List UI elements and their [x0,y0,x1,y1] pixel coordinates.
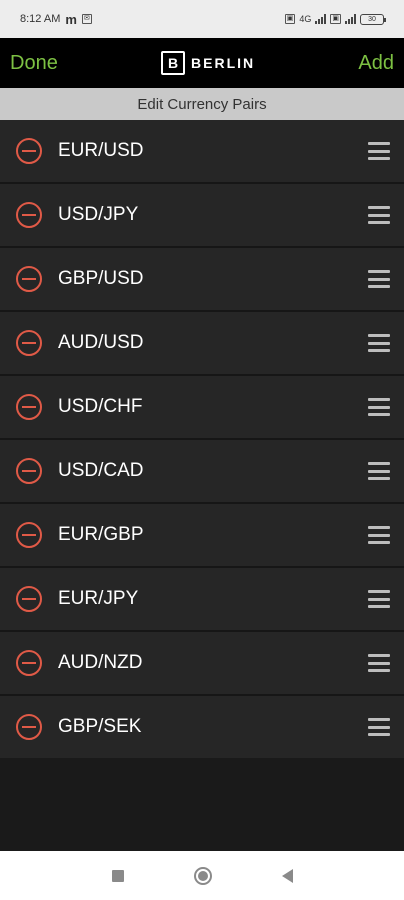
currency-pair-row: EUR/JPY [0,568,404,632]
drag-handle-icon[interactable] [368,462,390,480]
remove-circle-icon[interactable] [16,586,42,612]
home-icon[interactable] [193,866,212,885]
pair-label: GBP/SEK [58,716,142,737]
currency-pair-row: EUR/USD [0,120,404,184]
currency-pair-row: GBP/SEK [0,696,404,760]
done-button[interactable]: Done [10,52,58,75]
currency-pair-row: USD/JPY [0,184,404,248]
mail-icon: ✉ [81,14,92,24]
currency-pair-row: AUD/USD [0,312,404,376]
drag-handle-icon[interactable] [368,654,390,672]
status-bar: 8:12 AM m ✉ ▣ 4G ▣ 30 [0,0,404,38]
network-type: 4G [299,14,312,24]
battery-icon: 30 [360,13,386,25]
drag-handle-icon[interactable] [368,718,390,736]
add-button[interactable]: Add [358,52,394,75]
pair-label: AUD/USD [58,332,144,353]
pair-label: AUD/NZD [58,652,143,673]
section-title: Edit Currency Pairs [137,95,267,113]
pair-label: EUR/JPY [58,588,139,609]
currency-pair-row: EUR/GBP [0,504,404,568]
currency-pair-row: AUD/NZD [0,632,404,696]
system-navigation-bar [0,851,404,900]
signal-icon [315,14,327,24]
drag-handle-icon[interactable] [368,590,390,608]
sim2-icon: ▣ [330,14,341,24]
signal2-icon [345,14,356,24]
nav-bar: Done B BERLIN Add [0,38,404,88]
remove-circle-icon[interactable] [16,394,42,420]
pair-label: EUR/USD [58,140,144,161]
drag-handle-icon[interactable] [368,526,390,544]
currency-pair-row: USD/CHF [0,376,404,440]
pair-label: USD/CHF [58,396,143,417]
remove-circle-icon[interactable] [16,714,42,740]
drag-handle-icon[interactable] [368,142,390,160]
pair-label: USD/JPY [58,204,139,225]
drag-handle-icon[interactable] [368,206,390,224]
drag-handle-icon[interactable] [368,270,390,288]
brand-name: BERLIN [191,55,256,71]
section-header: Edit Currency Pairs [0,88,404,120]
pair-label: GBP/USD [58,268,144,289]
notification-icon: m [65,11,77,27]
drag-handle-icon[interactable] [368,398,390,416]
brand-logo: B BERLIN [161,51,255,75]
status-right: ▣ 4G ▣ 30 [284,13,386,25]
currency-pair-row: GBP/USD [0,248,404,312]
currency-pair-list: EUR/USD USD/JPY GBP/USD AUD/USD USD/CHF … [0,120,404,760]
remove-circle-icon[interactable] [16,522,42,548]
remove-circle-icon[interactable] [16,650,42,676]
remove-circle-icon[interactable] [16,458,42,484]
remove-circle-icon[interactable] [16,266,42,292]
recent-apps-icon[interactable] [111,869,124,882]
remove-circle-icon[interactable] [16,330,42,356]
drag-handle-icon[interactable] [368,334,390,352]
back-icon[interactable] [281,868,293,883]
sim-icon: ▣ [284,14,296,24]
currency-pair-row: USD/CAD [0,440,404,504]
pair-label: EUR/GBP [58,524,144,545]
remove-circle-icon[interactable] [16,138,42,164]
status-left: 8:12 AM m ✉ [20,12,92,27]
empty-list-area [0,758,404,851]
pair-label: USD/CAD [58,460,144,481]
remove-circle-icon[interactable] [16,202,42,228]
brand-mark-icon: B [161,51,186,75]
status-time: 8:12 AM [20,13,61,25]
